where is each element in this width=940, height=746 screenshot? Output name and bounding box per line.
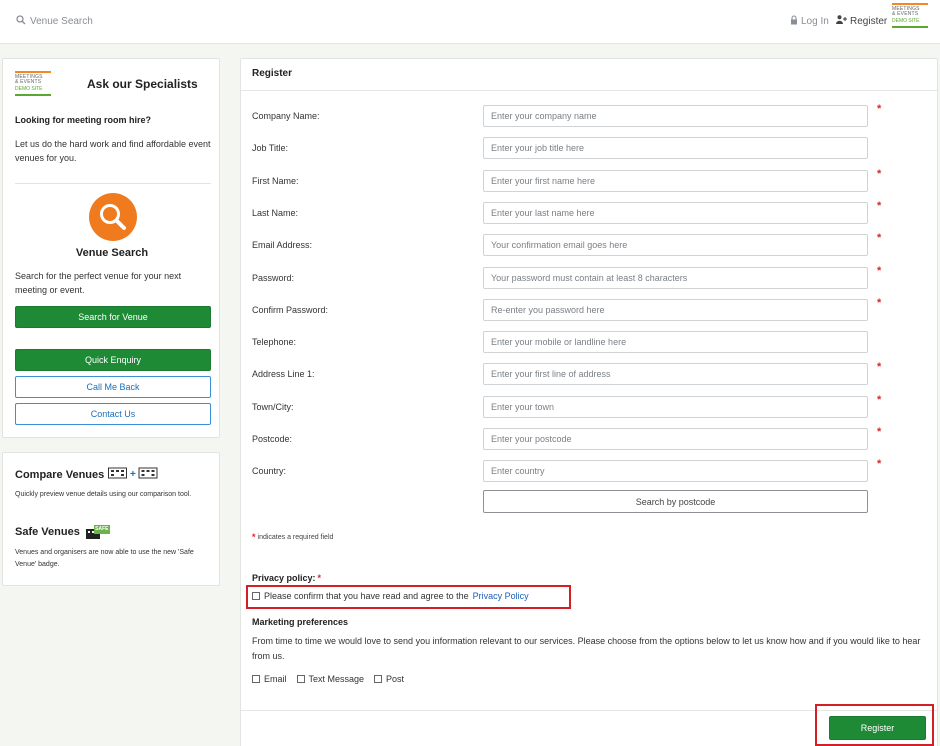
search-by-postcode-button[interactable]: Search by postcode bbox=[483, 490, 868, 513]
compare-venues-title[interactable]: Compare Venues + bbox=[15, 467, 158, 482]
field-label: Telephone: bbox=[252, 337, 297, 348]
post-checkbox[interactable] bbox=[374, 675, 383, 683]
field-label: Email Address: bbox=[252, 240, 313, 251]
marketing-option-text[interactable]: Text Message bbox=[296, 674, 364, 684]
marketing-desc: From time to time we would love to send … bbox=[252, 636, 921, 661]
field-input[interactable] bbox=[483, 137, 868, 160]
required-star: * bbox=[877, 296, 882, 309]
magnifier-icon bbox=[89, 193, 137, 241]
looking-heading: Looking for meeting room hire? bbox=[15, 115, 152, 125]
privacy-policy-link[interactable]: Privacy Policy bbox=[473, 591, 529, 601]
let-us-text: Let us do the hard work and find afforda… bbox=[15, 139, 211, 163]
sidebar-logo: MEETINGS & EVENTS DEMO SITE bbox=[15, 71, 51, 105]
required-star: * bbox=[877, 426, 882, 438]
form-header: Register bbox=[241, 59, 937, 91]
required-star: * bbox=[877, 361, 882, 374]
required-star: * bbox=[877, 199, 882, 212]
field-label: Password: bbox=[252, 272, 295, 283]
page-title: Register bbox=[252, 68, 293, 79]
safe-venues-desc: Venues and organisers are now able to us… bbox=[15, 549, 194, 568]
field-label: Job Title: bbox=[252, 143, 289, 154]
field-input[interactable] bbox=[483, 201, 868, 224]
marketing-option-post[interactable]: Post bbox=[374, 674, 404, 684]
required-star: * bbox=[877, 167, 882, 180]
register-link[interactable]: Register bbox=[836, 15, 887, 27]
site-logo[interactable]: MEETINGS & EVENTS DEMO SITE bbox=[892, 3, 928, 37]
register-label: Register bbox=[850, 15, 888, 27]
field-label: Address Line 1: bbox=[252, 369, 315, 380]
compare-safe-card: Compare Venues + Quickly preview venue d… bbox=[2, 452, 220, 586]
search-for-venue-button[interactable]: Search for Venue bbox=[15, 306, 211, 328]
field-input[interactable] bbox=[483, 395, 868, 418]
compare-icon: + bbox=[108, 467, 158, 482]
login-label: Log In bbox=[801, 16, 829, 27]
search-icon bbox=[16, 15, 26, 28]
register-form-card: Register Company Name: * Job Title: First N… bbox=[240, 58, 938, 746]
marketing-option-email[interactable]: Email bbox=[252, 674, 287, 684]
divider bbox=[15, 183, 211, 184]
text-message-checkbox[interactable] bbox=[296, 675, 305, 683]
field-input[interactable] bbox=[483, 169, 868, 192]
privacy-consent-row: Please confirm that you have read and ag… bbox=[252, 591, 529, 601]
field-label: First Name: bbox=[252, 175, 299, 186]
call-me-back-button[interactable]: Call Me Back bbox=[15, 376, 211, 398]
field-input[interactable] bbox=[483, 428, 868, 450]
marketing-options: Email Text Message Post bbox=[252, 674, 404, 684]
svg-text:+: + bbox=[130, 469, 136, 479]
contact-us-button[interactable]: Contact Us bbox=[15, 403, 211, 425]
quick-enquiry-button[interactable]: Quick Enquiry bbox=[15, 349, 211, 371]
user-plus-icon bbox=[836, 15, 847, 27]
field-label: Country: bbox=[252, 466, 287, 477]
venue-search-title: Venue Search bbox=[75, 247, 149, 259]
field-input[interactable] bbox=[483, 266, 868, 289]
field-input[interactable] bbox=[483, 331, 868, 354]
ask-specialists-title: Ask our Specialists bbox=[87, 77, 198, 91]
field-input[interactable] bbox=[483, 234, 868, 257]
required-star: * bbox=[877, 264, 882, 277]
login-link[interactable]: Log In bbox=[790, 15, 829, 28]
field-label: Last Name: bbox=[252, 207, 299, 218]
lock-icon bbox=[790, 15, 798, 28]
top-bar: Venue Search Log In Register MEETINGS & … bbox=[0, 0, 940, 44]
safe-venues-title[interactable]: Safe Venues SAFE bbox=[15, 525, 110, 539]
register-button[interactable]: Register bbox=[829, 716, 926, 740]
field-label: Confirm Password: bbox=[252, 304, 329, 315]
field-input[interactable] bbox=[483, 460, 868, 483]
required-star: * bbox=[877, 103, 882, 115]
required-star: * bbox=[877, 232, 882, 245]
field-label: Company Name: bbox=[252, 111, 320, 121]
field-label: Postcode: bbox=[252, 434, 293, 444]
field-label: Town/City: bbox=[252, 401, 294, 412]
required-star: * bbox=[877, 393, 882, 406]
venue-search-label: Venue Search bbox=[30, 16, 93, 27]
field-input[interactable] bbox=[483, 363, 868, 386]
required-note: * indicates a required field bbox=[252, 532, 334, 542]
field-input[interactable] bbox=[483, 298, 868, 321]
marketing-title: Marketing preferences bbox=[252, 617, 349, 627]
required-star: * bbox=[877, 458, 882, 471]
specialists-card: MEETINGS & EVENTS DEMO SITE Ask our Spec… bbox=[2, 58, 220, 438]
venue-search-desc: Search for the perfect venue for your ne… bbox=[15, 271, 182, 295]
safe-venue-badge-icon: SAFE bbox=[85, 525, 110, 539]
privacy-policy-heading: Privacy policy: * bbox=[252, 573, 322, 583]
venue-search-link[interactable]: Venue Search bbox=[16, 15, 93, 28]
compare-venues-desc: Quickly preview venue details using our … bbox=[15, 491, 192, 498]
email-checkbox[interactable] bbox=[252, 675, 260, 683]
privacy-consent-text: Please confirm that you have read and ag… bbox=[264, 591, 469, 601]
privacy-checkbox[interactable] bbox=[252, 592, 260, 600]
field-input[interactable] bbox=[483, 105, 868, 127]
